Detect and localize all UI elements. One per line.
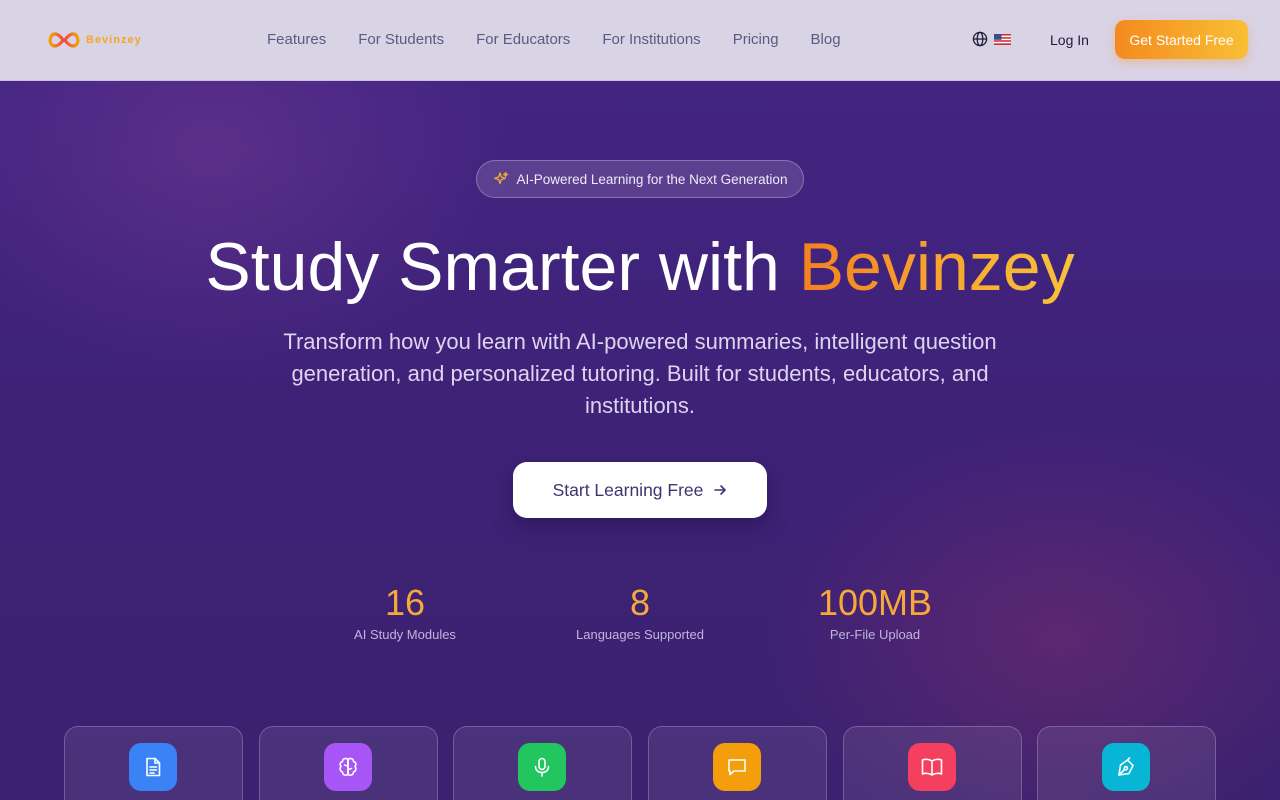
hero-badge: AI-Powered Learning for the Next Generat…	[476, 160, 804, 198]
feature-card-audio[interactable]	[453, 726, 632, 800]
card-icon-bg	[518, 743, 566, 791]
hero-badge-text: AI-Powered Learning for the Next Generat…	[516, 171, 788, 187]
stat-label: Per-File Upload	[829, 627, 921, 642]
brand-name: Bevinzey	[86, 34, 142, 46]
card-icon-bg	[1102, 743, 1150, 791]
stat-file-upload: 100MB Per-File Upload	[775, 582, 975, 644]
sparkles-icon	[493, 171, 508, 185]
feature-card-documents[interactable]	[64, 726, 243, 800]
stat-languages: 8 Languages Supported	[540, 582, 740, 644]
stat-label: AI Study Modules	[354, 627, 456, 642]
hero-title: Study Smarter with Bevinzey	[0, 226, 1280, 308]
feature-card-brain[interactable]	[259, 726, 438, 800]
document-icon	[146, 757, 161, 777]
start-learning-label: Start Learning Free	[552, 479, 704, 500]
microphone-icon	[534, 757, 550, 777]
nav-link-pricing[interactable]: Pricing	[733, 30, 779, 50]
nav-link-for-institutions[interactable]: For Institutions	[602, 30, 700, 50]
arrow-right-icon	[714, 485, 727, 495]
feature-card-chat[interactable]	[648, 726, 827, 800]
chat-icon	[728, 759, 746, 776]
start-learning-button[interactable]: Start Learning Free	[513, 462, 767, 518]
nav-link-for-educators[interactable]: For Educators	[476, 30, 570, 50]
pen-icon	[1118, 757, 1134, 776]
hero-subtitle: Transform how you learn with AI-powered …	[283, 329, 997, 418]
get-started-button[interactable]: Get Started Free	[1115, 20, 1248, 59]
card-icon-bg	[129, 743, 177, 791]
nav-link-blog[interactable]: Blog	[811, 30, 841, 50]
nav-link-for-students[interactable]: For Students	[358, 30, 444, 50]
book-icon	[921, 758, 943, 776]
card-icon-bg	[324, 743, 372, 791]
stat-value: 100MB	[817, 582, 933, 623]
hero-title-brand: Bevinzey	[798, 229, 1075, 305]
stat-value: 16	[384, 582, 426, 623]
feature-card-reading[interactable]	[843, 726, 1022, 800]
hero-title-prefix: Study Smarter with	[205, 229, 780, 305]
main-nav-links: Features For Students For Educators For …	[267, 30, 841, 50]
brain-icon	[339, 757, 357, 776]
card-icon-bg	[908, 743, 956, 791]
stat-ai-modules: 16 AI Study Modules	[305, 582, 505, 644]
nav-link-features[interactable]: Features	[267, 30, 326, 50]
language-selector[interactable]	[972, 31, 1011, 47]
infinity-logo-icon	[48, 32, 80, 48]
us-flag-icon	[994, 33, 1011, 45]
brand-logo[interactable]: Bevinzey	[46, 30, 142, 50]
top-nav: Bevinzey Features For Students For Educa…	[0, 0, 1280, 81]
stat-value: 8	[629, 582, 651, 623]
feature-card-writing[interactable]	[1037, 726, 1216, 800]
login-link[interactable]: Log In	[1050, 31, 1089, 49]
stat-label: Languages Supported	[576, 627, 704, 642]
card-icon-bg	[713, 743, 761, 791]
globe-icon	[972, 31, 988, 47]
